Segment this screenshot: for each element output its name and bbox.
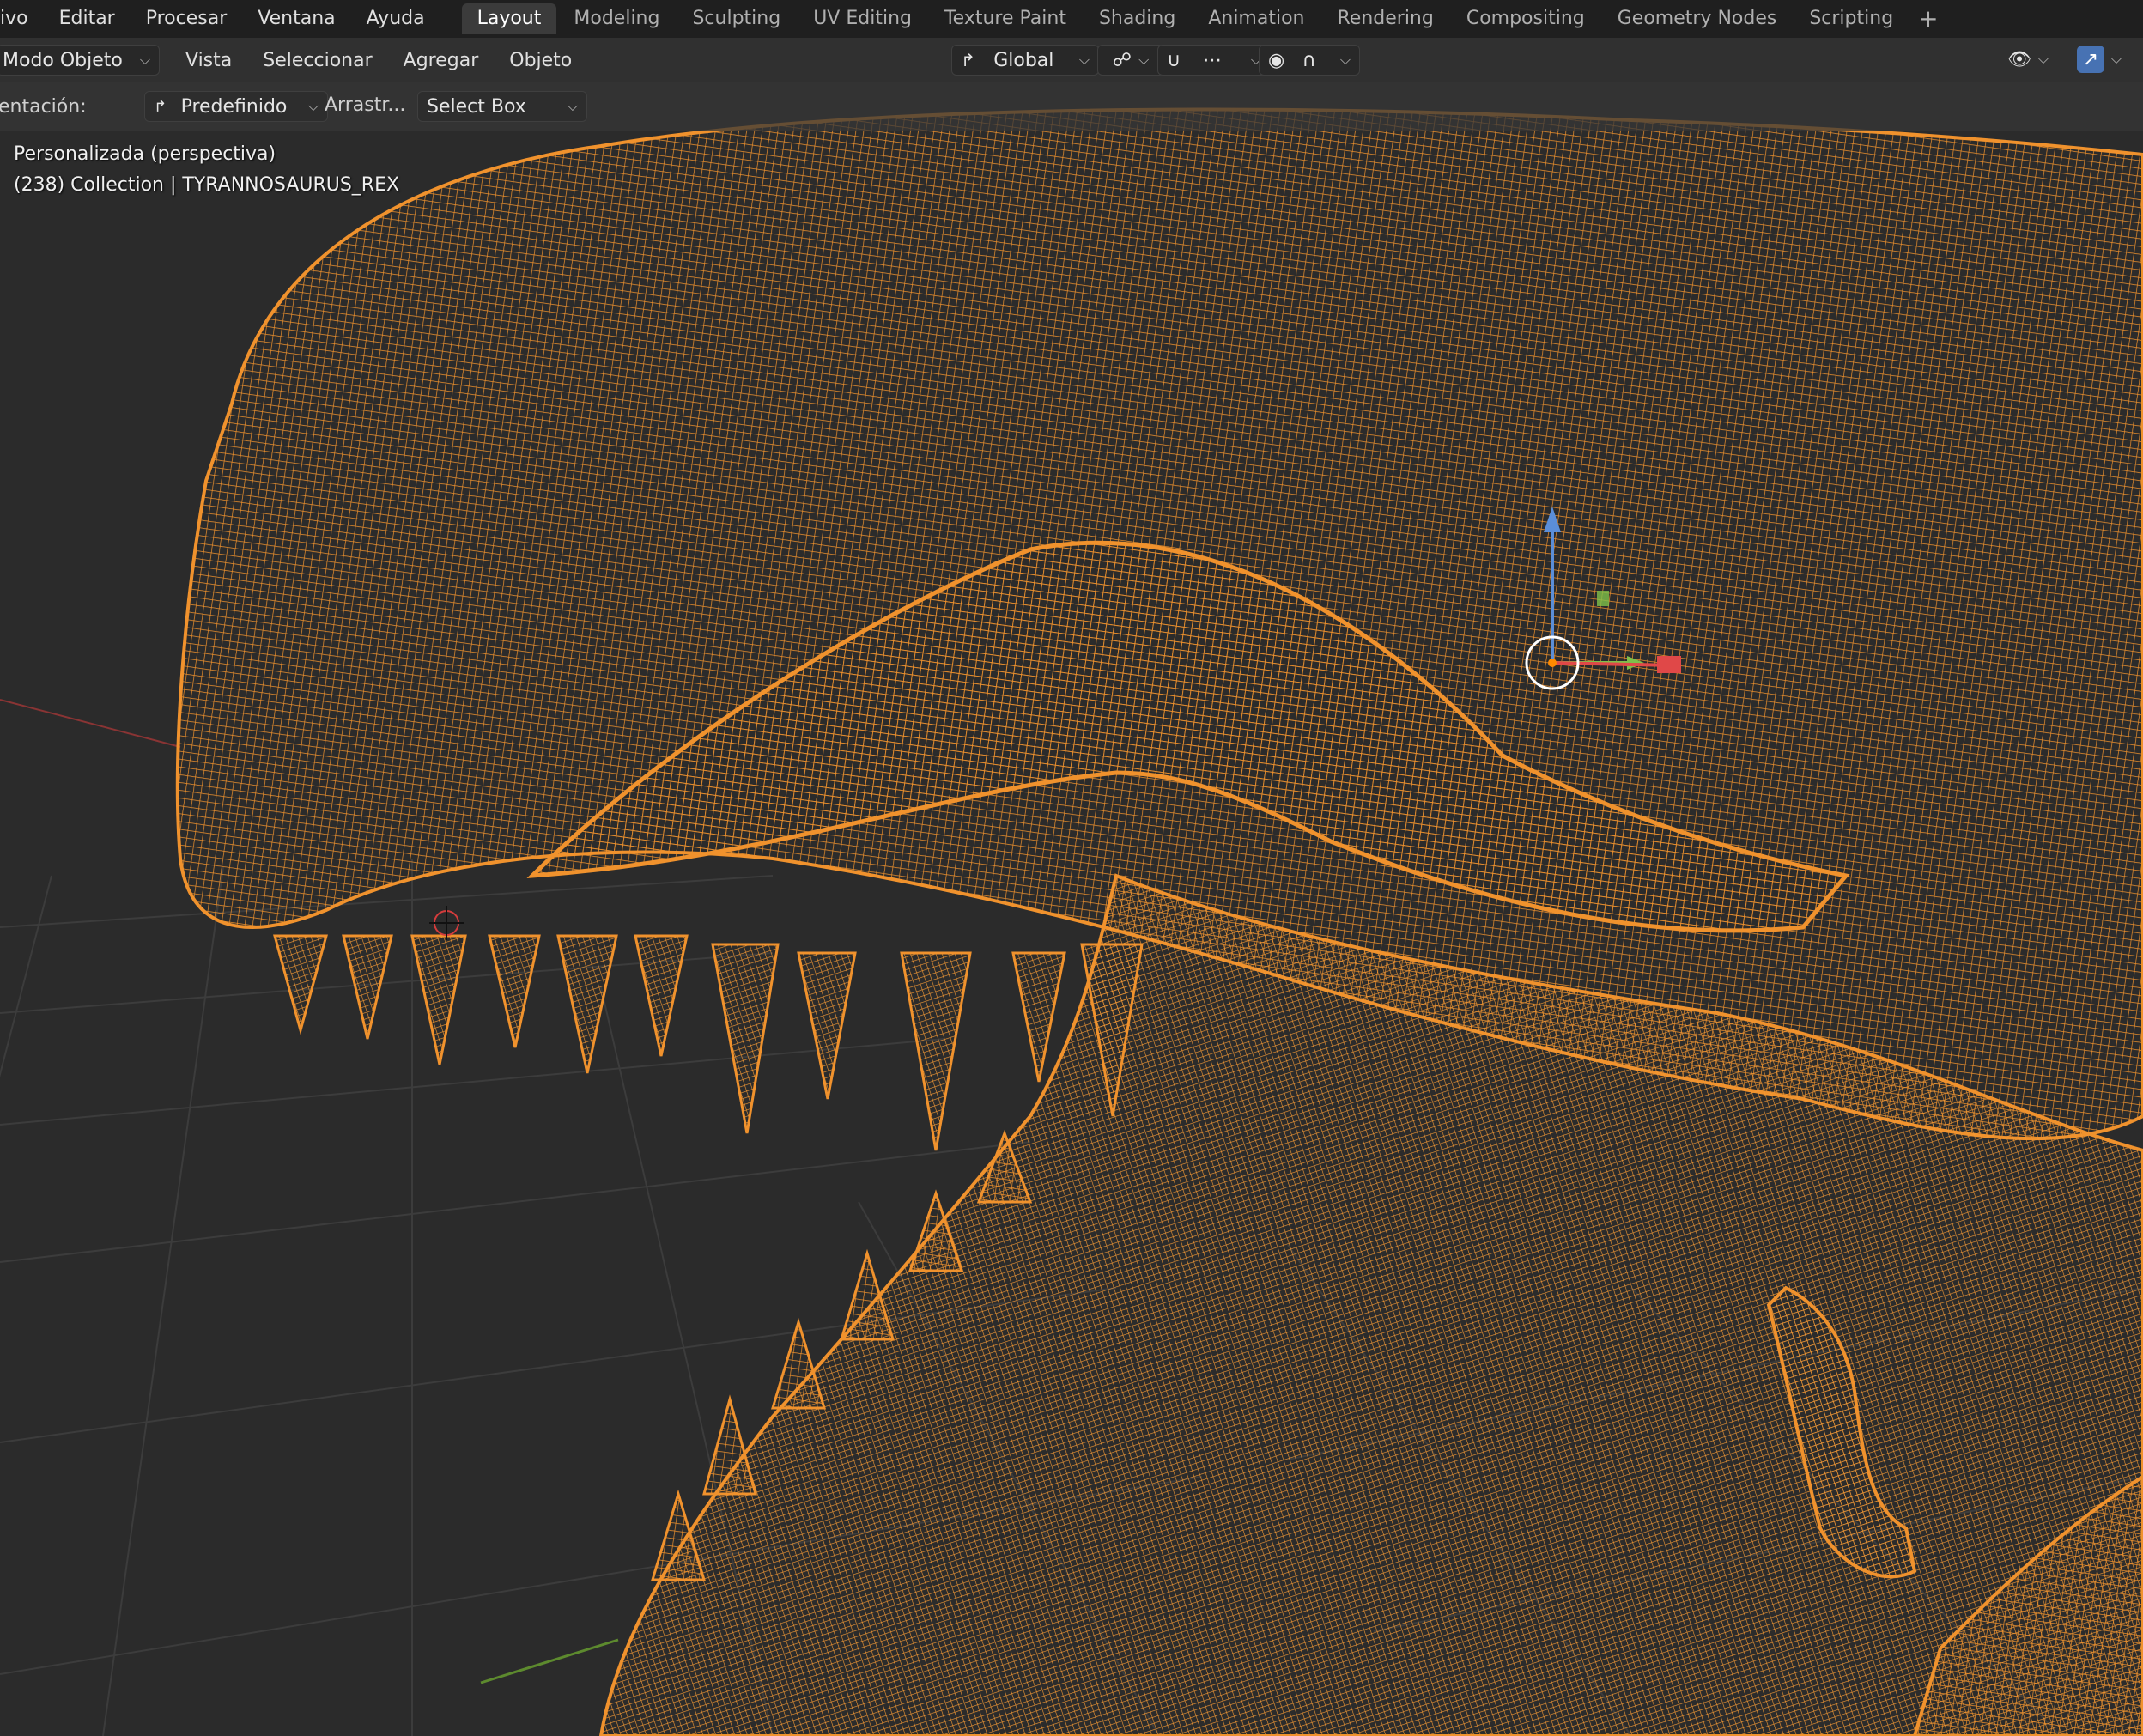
orientation-value: Global bbox=[993, 49, 1054, 71]
tab-modeling[interactable]: Modeling bbox=[558, 3, 675, 34]
orientation-label: entación: bbox=[0, 95, 87, 118]
snap-increment-icon: ⋯ bbox=[1202, 49, 1222, 71]
mode-selector[interactable]: Modo Objeto ⌵ bbox=[0, 45, 160, 76]
main-menu: ivo Editar Procesar Ventana Ayuda bbox=[0, 0, 440, 38]
magnet-icon: ∪ bbox=[1167, 49, 1181, 71]
menu-view[interactable]: Vista bbox=[170, 50, 247, 71]
menu-file[interactable]: ivo bbox=[0, 0, 44, 38]
tab-layout[interactable]: Layout bbox=[461, 3, 557, 34]
tab-shading[interactable]: Shading bbox=[1084, 3, 1191, 34]
eye-icon: 👁 bbox=[2006, 48, 2031, 70]
menu-edit[interactable]: Editar bbox=[44, 0, 131, 38]
tab-animation[interactable]: Animation bbox=[1193, 3, 1320, 34]
tab-geometry-nodes[interactable]: Geometry Nodes bbox=[1602, 3, 1793, 34]
pivot-point-selector[interactable]: ☍ ⌵ bbox=[1097, 45, 1164, 76]
workspace-tabs: Layout Modeling Sculpting UV Editing Tex… bbox=[461, 0, 1947, 38]
select-value: Select Box bbox=[427, 95, 526, 118]
tab-uv-editing[interactable]: UV Editing bbox=[798, 3, 927, 34]
pivot-value: Predefinido bbox=[180, 95, 288, 118]
viewport-canvas[interactable] bbox=[0, 82, 2143, 1736]
top-bar: ivo Editar Procesar Ventana Ayuda Layout… bbox=[0, 0, 2143, 38]
tab-compositing[interactable]: Compositing bbox=[1451, 3, 1600, 34]
menu-window[interactable]: Ventana bbox=[242, 0, 350, 38]
transform-orientation-selector[interactable]: ↱ Global ⌵ bbox=[951, 45, 1099, 76]
x-axis-line bbox=[0, 699, 181, 748]
chevron-down-icon: ⌵ bbox=[307, 98, 319, 114]
collection-info-label: (238) Collection | TYRANNOSAURUS_REX bbox=[14, 174, 400, 196]
pivot-icon: ☍ bbox=[1112, 49, 1132, 71]
chevron-down-icon: ⌵ bbox=[1078, 52, 1090, 68]
snapping-toggle[interactable]: ∪ ⋯ ⌵ bbox=[1157, 45, 1271, 76]
chevron-down-icon: ⌵ bbox=[2110, 51, 2122, 67]
transform-pivot-icon: ↱ bbox=[154, 97, 167, 116]
mode-selector-label: Modo Objeto bbox=[3, 49, 123, 71]
add-workspace-button[interactable]: + bbox=[1909, 3, 1946, 34]
proportional-edit-icon: ◉ bbox=[1268, 49, 1285, 71]
y-axis-line bbox=[480, 1638, 619, 1684]
chevron-down-icon: ⌵ bbox=[2037, 51, 2049, 67]
chevron-down-icon: ⌵ bbox=[1138, 52, 1150, 68]
chevron-down-icon: ⌵ bbox=[1339, 52, 1351, 68]
view-name-label: Personalizada (perspectiva) bbox=[14, 143, 276, 165]
menu-render[interactable]: Procesar bbox=[131, 0, 243, 38]
tab-scripting[interactable]: Scripting bbox=[1794, 3, 1909, 34]
chevron-down-icon: ⌵ bbox=[567, 98, 578, 114]
orientation-axes-icon: ↱ bbox=[961, 50, 975, 70]
viewport-overlay-info: Personalizada (perspectiva) (238) Collec… bbox=[14, 139, 399, 201]
tool-settings-bar: entación: ↱ Predefinido ⌵ Arrastr... Sel… bbox=[0, 82, 2143, 131]
trex-wireframe-mesh bbox=[175, 107, 2143, 1736]
pivot-default-selector[interactable]: ↱ Predefinido ⌵ bbox=[144, 91, 328, 122]
menu-add[interactable]: Agregar bbox=[388, 50, 495, 71]
drag-label: Arrastr... bbox=[325, 94, 406, 116]
tab-sculpting[interactable]: Sculpting bbox=[677, 3, 796, 34]
viewport-header: Modo Objeto ⌵ Vista Seleccionar Agregar … bbox=[0, 38, 2143, 82]
gizmo-icon: ↗ bbox=[2076, 46, 2104, 73]
visibility-selector[interactable]: 👁 ⌵ bbox=[1995, 45, 2061, 74]
menu-help[interactable]: Ayuda bbox=[351, 0, 440, 38]
falloff-curve-icon: ∩ bbox=[1302, 49, 1316, 71]
tab-texture-paint[interactable]: Texture Paint bbox=[929, 3, 1082, 34]
select-mode-selector[interactable]: Select Box ⌵ bbox=[417, 91, 587, 122]
tab-rendering[interactable]: Rendering bbox=[1322, 3, 1449, 34]
menu-object[interactable]: Objeto bbox=[494, 50, 587, 71]
3d-viewport[interactable]: Personalizada (perspectiva) (238) Collec… bbox=[0, 82, 2143, 1736]
gizmo-toggle[interactable]: ↗ ⌵ bbox=[2061, 45, 2138, 74]
chevron-down-icon: ⌵ bbox=[139, 52, 150, 68]
proportional-editing-toggle[interactable]: ◉ ∩ ⌵ bbox=[1259, 45, 1360, 76]
menu-select[interactable]: Seleccionar bbox=[247, 50, 387, 71]
